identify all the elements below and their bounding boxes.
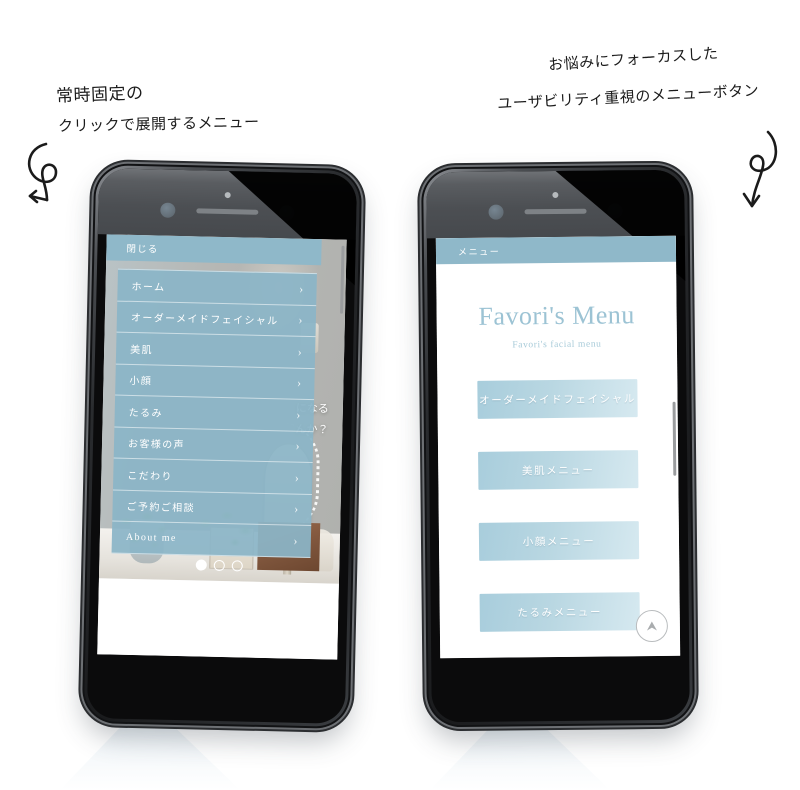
proximity-sensor-left-icon [488,204,504,220]
phone-mockup-right: メニュー Favori's Menu Favori's facial menu … [421,164,695,728]
phone-mockup-left: になる んか？ 閉じる ホーム › [81,163,363,729]
drawer-item-label: オーダーメイドフェイシャル [130,313,279,328]
drawer-menu: 閉じる ホーム › オーダーメイドフェイシャル › 美肌 › 小顔 › たるみ … [97,234,322,659]
drawer-item-kogao[interactable]: 小顔 › [115,364,315,401]
drawer-item-bihada[interactable]: 美肌 › [115,332,316,369]
phone-screen-right: メニュー Favori's Menu Favori's facial menu … [435,235,681,659]
front-camera-icon [552,191,559,199]
chevron-right-icon: › [293,533,300,548]
phone-top-bezel-right [426,169,685,239]
chevron-right-icon: › [299,281,305,296]
menu-button-kogao[interactable]: 小顔メニュー [478,521,640,561]
drawer-item-label: お客様の声 [127,439,186,452]
chevron-right-icon: › [294,501,300,517]
menu-button-list: オーダーメイドフェイシャル 美肌メニュー 小顔メニュー たるみメニュー [437,379,680,632]
phone-inner-right: メニュー Favori's Menu Favori's facial menu … [426,169,690,723]
page-title: Favori's Menu [478,300,635,331]
drawer-item-list: ホーム › オーダーメイドフェイシャル › 美肌 › 小顔 › たるみ › お客… [111,268,317,558]
drawer-item-tarumi[interactable]: たるみ › [114,395,315,432]
drawer-item-testimonials[interactable]: お客様の声 › [113,427,314,464]
drawer-close-label: 閉じる [126,244,159,256]
drawer-item-label: こだわり [127,470,174,483]
chevron-right-icon: › [295,438,302,454]
proximity-sensor-right-icon [607,203,623,219]
drawer-item-label: 美肌 [130,344,154,357]
annotation-right-line2: ユーザビリティ重視のメニューボタン [496,81,760,113]
menu-button-label: 小顔メニュー [522,536,596,548]
menu-header-label: メニュー [457,246,501,257]
annotation-left-line2: クリックで展開するメニュー [57,112,260,136]
scroll-to-top-icon[interactable] [635,609,669,643]
proximity-sensor-left-icon [160,202,176,218]
drawer-item-label: About me [125,531,177,544]
chevron-right-icon: › [296,375,303,391]
page-subtitle: Favori's facial menu [512,339,602,351]
menu-header-bar[interactable]: メニュー [435,235,677,265]
drawer-item-label: ご予約ご相談 [126,502,196,515]
chevron-right-icon: › [296,407,302,422]
drawer-item-reservation[interactable]: ご予約ご相談 › [112,490,312,527]
drawer-item-ordermade-facial[interactable]: オーダーメイドフェイシャル › [116,301,317,338]
front-camera-icon [224,191,231,199]
proximity-sensor-right-icon [279,205,295,221]
curly-arrow-down-left-icon [16,138,76,229]
menu-button-bihada[interactable]: 美肌メニュー [478,450,639,490]
menu-button-label: 美肌メニュー [521,465,595,477]
chevron-right-icon: › [297,344,304,359]
drawer-item-label: たるみ [128,407,164,420]
drawer-item-about-me[interactable]: About me › [111,521,312,558]
chevron-right-icon: › [294,470,301,485]
menu-page: メニュー Favori's Menu Favori's facial menu … [435,235,681,659]
chevron-right-icon: › [298,312,305,328]
drawer-item-label: ホーム [131,281,166,294]
phone-inner-left: になる んか？ 閉じる ホーム › [86,168,358,724]
annotation-left-line1: 常時固定の [55,83,144,107]
phone-screen-left: になる んか？ 閉じる ホーム › [97,234,347,660]
drawer-item-home[interactable]: ホーム › [117,269,317,306]
menu-button-label: オーダーメイドフェイシャル [479,393,637,407]
menu-button-label: たるみメニュー [517,607,603,619]
menu-button-ordermade-facial[interactable]: オーダーメイドフェイシャル [477,379,638,419]
drawer-item-kodawari[interactable]: こだわり › [112,458,313,495]
drawer-item-label: 小顔 [129,376,153,388]
phone-top-bezel-left [97,168,358,240]
menu-button-tarumi[interactable]: たるみメニュー [479,592,640,632]
curly-arrow-down-icon [728,128,786,229]
annotation-right-line1: お悩みにフォーカスした [547,44,719,74]
earpiece-speaker-icon [524,208,587,215]
earpiece-speaker-icon [196,208,259,215]
